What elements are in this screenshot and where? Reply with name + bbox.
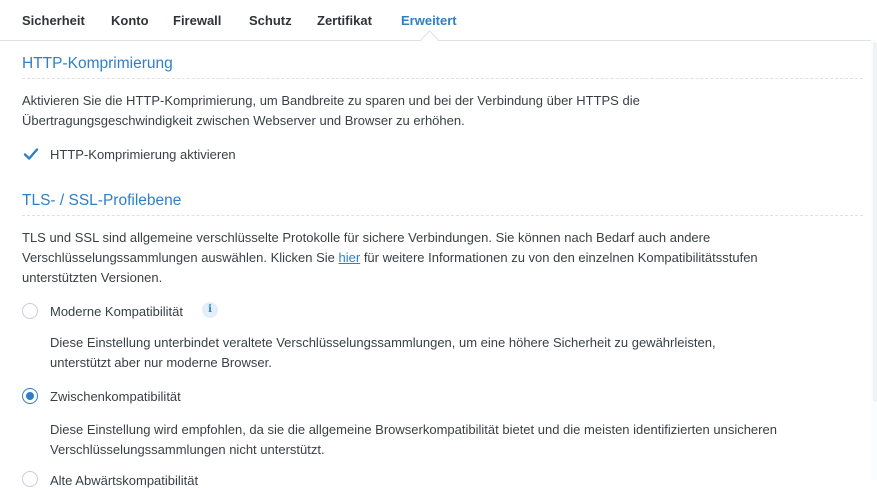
tls-text: Verschlüsselungssammlungen auswählen. Kl…	[22, 250, 339, 265]
radio-modern-compatibility[interactable]	[22, 303, 38, 319]
option-label-modern[interactable]: Moderne Kompatibilität	[50, 304, 183, 319]
http-section-title: HTTP-Komprimierung	[22, 55, 173, 72]
option-description-intermediate: Diese Einstellung wird empfohlen, da sie…	[50, 420, 860, 460]
http-compression-checkbox[interactable]	[22, 145, 40, 163]
http-description: Aktivieren Sie die HTTP-Komprimierung, u…	[22, 91, 852, 131]
tab-schutz[interactable]: Schutz	[249, 13, 292, 28]
tls-description: TLS und SSL sind allgemeine verschlüssel…	[22, 228, 852, 288]
more-info-link[interactable]: hier	[339, 250, 361, 265]
tls-description-line: unterstützten Versionen.	[22, 270, 163, 285]
section-divider	[22, 78, 863, 79]
tls-description-line: Verschlüsselungssammlungen auswählen. Kl…	[22, 248, 852, 268]
option-label-legacy[interactable]: Alte Abwärtskompatibilität	[50, 473, 198, 488]
tab-bar: Sicherheit Konto Firewall Schutz Zertifi…	[0, 0, 877, 49]
section-divider	[22, 215, 863, 216]
tab-erweitert[interactable]: Erweitert	[401, 13, 457, 28]
http-description-line: Aktivieren Sie die HTTP-Komprimierung, u…	[22, 93, 640, 108]
scrollbar-thumb[interactable]	[873, 42, 877, 402]
tab-sicherheit[interactable]: Sicherheit	[22, 13, 85, 28]
option-label-intermediate[interactable]: Zwischenkompatibilität	[50, 389, 181, 404]
option-description-line: unterstützt aber nur moderne Browser.	[50, 355, 272, 370]
checkmark-icon	[23, 148, 39, 160]
active-tab-indicator	[420, 30, 439, 49]
option-description-line: Verschlüsselungssammlungen nicht unterst…	[50, 442, 325, 457]
option-description-line: Diese Einstellung unterbindet veraltete …	[50, 335, 716, 350]
radio-legacy-compatibility[interactable]	[22, 471, 38, 487]
tls-text: für weitere Informationen zu von den ein…	[360, 250, 758, 265]
tab-firewall[interactable]: Firewall	[173, 13, 221, 28]
info-icon[interactable]: i	[202, 302, 218, 318]
radio-intermediate-compatibility[interactable]	[22, 388, 38, 404]
http-compression-label[interactable]: HTTP-Komprimierung aktivieren	[50, 147, 236, 162]
tls-description-line: TLS und SSL sind allgemeine verschlüssel…	[22, 230, 711, 245]
option-description-modern: Diese Einstellung unterbindet veraltete …	[50, 333, 860, 373]
http-description-line: Übertragungsgeschwindigkeit zwischen Web…	[22, 113, 465, 128]
tab-zertifikat[interactable]: Zertifikat	[317, 13, 372, 28]
tab-konto[interactable]: Konto	[111, 13, 149, 28]
option-description-line: Diese Einstellung wird empfohlen, da sie…	[50, 422, 777, 437]
tls-section-title: TLS- / SSL-Profilebene	[22, 192, 182, 209]
